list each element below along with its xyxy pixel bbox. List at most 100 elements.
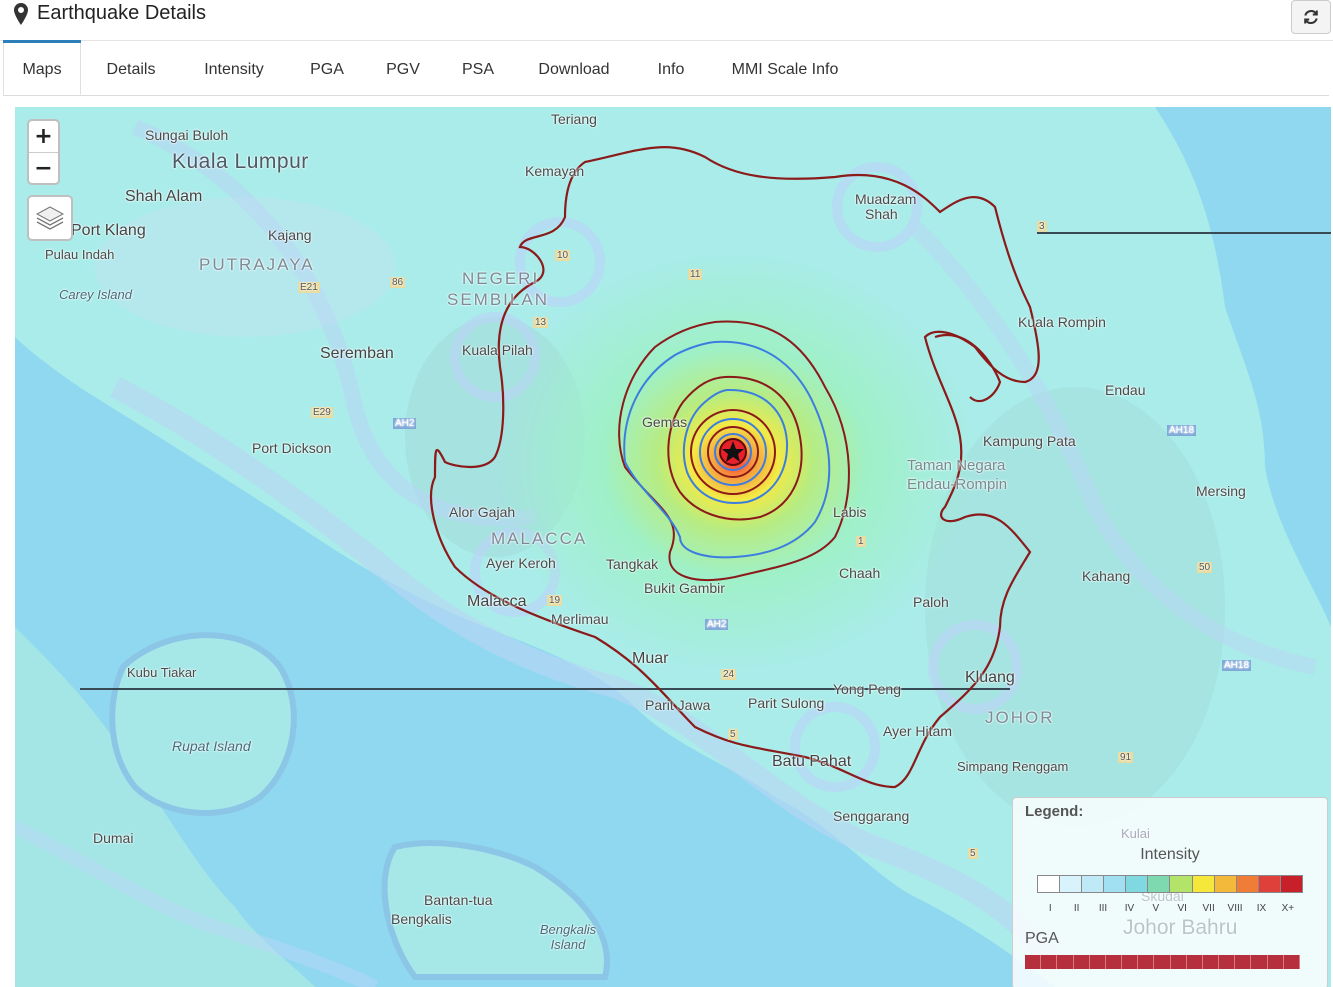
place-label: SEMBILAN: [447, 290, 549, 309]
tab-bar: Maps Details Intensity PGA PGV PSA Downl…: [3, 43, 1329, 96]
intensity-tick-label: III: [1098, 903, 1108, 914]
pga-swatch: [1138, 955, 1155, 969]
place-label: Teriang: [551, 111, 597, 127]
intensity-swatch: [1038, 876, 1061, 892]
place-label: Muar: [632, 650, 669, 667]
place-label: Bengkalis: [391, 911, 452, 927]
intensity-swatch: [1236, 876, 1259, 892]
tab-maps[interactable]: Maps: [3, 43, 81, 95]
place-label: Mersing: [1196, 483, 1246, 499]
place-label: Ayer Keroh: [486, 555, 556, 571]
road-shield: E21: [298, 282, 320, 293]
place-label: NEGERI: [462, 269, 540, 288]
tab-pga[interactable]: PGA: [303, 43, 351, 95]
road-shield: E29: [311, 407, 333, 418]
place-label: PUTRAJAYA: [199, 255, 315, 274]
place-label: Endau-Rompin: [907, 476, 1008, 493]
place-label: Parit Jawa: [645, 697, 711, 713]
page-title: Earthquake Details: [37, 2, 206, 24]
intensity-tick-label: VIII: [1227, 903, 1243, 914]
refresh-button[interactable]: [1291, 0, 1331, 34]
place-label: Kuala Rompin: [1018, 314, 1106, 330]
layers-button[interactable]: [27, 195, 73, 241]
place-label: Yong Peng: [833, 681, 901, 697]
pga-swatch: [1073, 955, 1090, 969]
intensity-tick-label: VI: [1177, 903, 1187, 914]
tab-pgv[interactable]: PGV: [379, 43, 427, 95]
intensity-swatch: [1192, 876, 1215, 892]
place-label: Simpang Renggam: [957, 759, 1069, 774]
road-shield: 13: [533, 317, 549, 328]
pga-swatch: [1041, 955, 1058, 969]
tab-psa[interactable]: PSA: [455, 43, 501, 95]
intensity-swatch: [1082, 876, 1105, 892]
intensity-swatch: [1148, 876, 1171, 892]
pga-swatch: [1122, 955, 1139, 969]
intensity-color-bar: [1037, 875, 1303, 893]
zoom-out-button[interactable]: −: [29, 152, 58, 184]
zoom-control: + −: [27, 119, 60, 185]
pga-swatch: [1186, 955, 1203, 969]
road-shield: 50: [1197, 562, 1213, 573]
pga-swatch: [1154, 955, 1171, 969]
place-label: Shah Alam: [125, 188, 203, 205]
intensity-tick-label: X+: [1281, 903, 1295, 914]
road-shield: 11: [688, 269, 703, 280]
pga-swatch: [1251, 955, 1268, 969]
place-label: Rupat Island: [172, 738, 251, 754]
tab-details[interactable]: Details: [95, 43, 167, 95]
legend-pga-title: PGA: [1025, 930, 1059, 947]
pga-swatch: [1089, 955, 1106, 969]
shakemap[interactable]: E21 86 10 11 13 E29 AH2 19 AH2 24 5 AH18…: [15, 107, 1331, 987]
place-label: Bantan-tua: [424, 892, 493, 908]
place-label: Malacca: [467, 593, 527, 610]
place-label: Dumai: [93, 830, 134, 846]
place-label: Kajang: [268, 227, 312, 243]
place-label: Senggarang: [833, 808, 910, 824]
intensity-swatch: [1214, 876, 1237, 892]
place-label: Seremban: [320, 345, 394, 362]
intensity-tick-label: IX: [1256, 903, 1267, 914]
place-label: Kuala Pilah: [462, 342, 533, 358]
road-shield: 5: [968, 848, 978, 859]
zoom-in-button[interactable]: +: [29, 121, 58, 152]
pga-swatch: [1219, 955, 1236, 969]
place-label: Paloh: [913, 594, 949, 610]
place-label: Endau: [1105, 382, 1146, 398]
panel-header: Earthquake Details: [0, 0, 1333, 41]
layers-icon: [35, 206, 65, 230]
tab-download[interactable]: Download: [527, 43, 621, 95]
place-label: Tangkak: [606, 556, 659, 572]
place-label: Kemayan: [525, 163, 585, 179]
pga-swatch: [1105, 955, 1123, 969]
place-label: Kubu Tiakar: [127, 665, 197, 680]
road-shield: 86: [390, 277, 406, 288]
place-label: Merlimau: [551, 611, 609, 627]
road-shield: AH18: [1222, 660, 1252, 671]
tab-intensity[interactable]: Intensity: [191, 43, 277, 95]
road-shield: 19: [547, 595, 563, 606]
intensity-swatch: [1258, 876, 1281, 892]
legend-intensity-title: Intensity: [1140, 846, 1200, 863]
pga-swatch: [1202, 955, 1220, 969]
place-label: Sungai Buloh: [145, 127, 229, 143]
place-label: Carey Island: [59, 287, 132, 302]
intensity-swatch: [1104, 876, 1127, 892]
intensity-swatch: [1126, 876, 1149, 892]
place-label: Ayer Hitam: [883, 723, 952, 739]
place-label: Chaah: [839, 565, 881, 581]
place-label: Johor Bahru: [1123, 916, 1238, 939]
place-label: Shah: [865, 206, 898, 222]
intensity-tick-label: V: [1152, 903, 1160, 914]
place-label: Kampung Pata: [983, 433, 1076, 449]
road-shield: 91: [1118, 752, 1134, 763]
place-label: Kahang: [1082, 568, 1131, 584]
place-label: Kulai: [1121, 826, 1150, 841]
intensity-ticks: I II III IV V VI VII VIII IX X+: [1037, 903, 1301, 914]
road-shield: AH2: [393, 418, 417, 429]
intensity-tick-label: II: [1073, 903, 1080, 914]
map-marker-icon: [14, 2, 28, 25]
tab-mmi-scale-info[interactable]: MMI Scale Info: [721, 43, 849, 95]
tab-info[interactable]: Info: [647, 43, 695, 95]
place-label: Labis: [833, 504, 867, 520]
